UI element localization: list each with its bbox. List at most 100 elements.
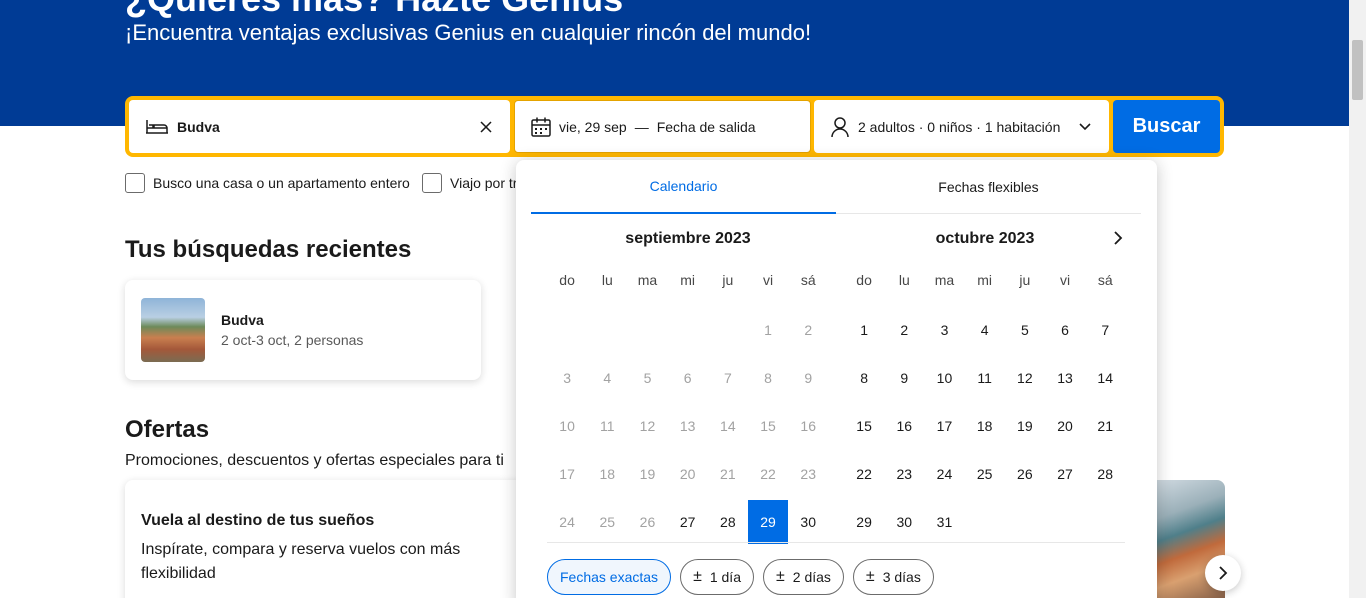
day-cell[interactable]: 9 <box>884 356 924 400</box>
hero-subtitle: ¡Encuentra ventajas exclusivas Genius en… <box>125 20 812 45</box>
day-cell[interactable]: 7 <box>1085 308 1125 352</box>
day-slot: 10 <box>547 402 587 450</box>
day-slot: 17 <box>924 402 964 450</box>
day-cell[interactable]: 31 <box>924 500 964 544</box>
day-slot: 29 <box>748 498 789 546</box>
day-cell[interactable]: 16 <box>884 404 924 448</box>
day-cell[interactable]: 30 <box>884 500 924 544</box>
day-slot: 7 <box>1085 306 1125 354</box>
chevron-down-icon[interactable] <box>1073 115 1097 139</box>
day-cell[interactable]: 15 <box>844 404 884 448</box>
search-button[interactable]: Buscar <box>1113 100 1220 153</box>
day-slot: 22 <box>844 450 884 498</box>
day-slot: 20 <box>1045 402 1085 450</box>
day-cell: 19 <box>639 466 656 482</box>
day-slot: 19 <box>627 450 667 498</box>
entire-home-option[interactable]: Busco una casa o un apartamento entero <box>125 173 410 193</box>
checkin-date[interactable]: vie, 29 sep <box>559 119 627 135</box>
day-cell[interactable]: 4 <box>965 308 1005 352</box>
day-slot: 21 <box>1085 402 1125 450</box>
day-slot: 4 <box>587 354 627 402</box>
business-trip-checkbox[interactable] <box>422 173 442 193</box>
destination-field[interactable]: Budva <box>129 100 510 153</box>
day-cell[interactable]: 27 <box>668 500 708 544</box>
recent-destination-name: Budva <box>221 312 264 328</box>
day-cell[interactable]: 17 <box>924 404 964 448</box>
day-slot: 4 <box>965 306 1005 354</box>
chip-label: 2 días <box>792 569 831 585</box>
day-cell[interactable]: 23 <box>884 452 924 496</box>
day-cell[interactable]: 10 <box>924 356 964 400</box>
day-cell[interactable]: 8 <box>844 356 884 400</box>
chip-exact-dates[interactable]: Fechas exactas <box>547 559 672 595</box>
flex-range-chips: Fechas exactas ± 1 día ± 2 días ± 3 días <box>547 559 934 595</box>
flights-offer-card[interactable]: Vuela al destino de tus sueños Inspírate… <box>125 480 525 598</box>
day-cell[interactable]: 6 <box>1045 308 1085 352</box>
guests-field[interactable]: 2 adultos · 0 niños · 1 habitación <box>814 100 1109 153</box>
day-cell[interactable]: 2 <box>884 308 924 352</box>
weekday-label: sá <box>1097 272 1113 288</box>
month-october: octubre 2023 do lu ma mi ju vi sá 123456… <box>844 226 1126 546</box>
plus-minus-icon: ± <box>775 568 785 585</box>
empty-day-cell <box>547 306 587 354</box>
day-cell[interactable]: 1 <box>844 308 884 352</box>
day-cell[interactable]: 14 <box>1085 356 1125 400</box>
destination-input[interactable]: Budva <box>177 119 220 135</box>
person-icon <box>828 115 852 139</box>
day-cell[interactable]: 30 <box>788 500 828 544</box>
dates-field[interactable]: vie, 29 sep — Fecha de salida <box>514 100 811 153</box>
empty-day-cell <box>587 306 627 354</box>
day-cell[interactable]: 18 <box>965 404 1005 448</box>
chip-plus-minus-1[interactable]: ± 1 día <box>680 559 754 595</box>
day-slot: 5 <box>627 354 667 402</box>
weekday-label: do <box>559 272 575 288</box>
day-cell[interactable]: 28 <box>708 500 748 544</box>
day-cell[interactable]: 11 <box>965 356 1005 400</box>
tab-flexible-dates[interactable]: Fechas flexibles <box>836 160 1141 214</box>
chip-plus-minus-2[interactable]: ± 2 días <box>762 559 844 595</box>
day-cell[interactable]: 21 <box>1085 404 1125 448</box>
offers-title: Ofertas <box>125 416 210 443</box>
day-cell[interactable]: 25 <box>965 452 1005 496</box>
day-cell[interactable]: 24 <box>924 452 964 496</box>
weekday-label: mi <box>680 272 696 288</box>
chip-label: 1 día <box>709 569 741 585</box>
day-cell: 8 <box>764 370 772 386</box>
day-slot: 25 <box>965 450 1005 498</box>
hero-title: ¿Quieres más? Hazte Genius <box>125 0 623 20</box>
selected-day[interactable]: 29 <box>748 500 789 544</box>
carousel-next-button[interactable] <box>1205 555 1241 591</box>
tab-calendar[interactable]: Calendario <box>531 160 836 214</box>
day-slot: 29 <box>844 498 884 546</box>
day-cell[interactable]: 19 <box>1005 404 1045 448</box>
day-cell[interactable]: 13 <box>1045 356 1085 400</box>
empty-day-cell <box>708 306 748 354</box>
recent-search-card[interactable]: Budva 2 oct-3 oct, 2 personas <box>125 280 481 380</box>
page-scrollbar[interactable] <box>1349 0 1366 598</box>
weekday-label: ma <box>934 272 955 288</box>
day-cell[interactable]: 28 <box>1085 452 1125 496</box>
clear-icon[interactable] <box>474 115 498 139</box>
entire-home-checkbox[interactable] <box>125 173 145 193</box>
empty-day-cell <box>627 306 667 354</box>
day-slot: 24 <box>547 498 587 546</box>
scrollbar-thumb[interactable] <box>1352 40 1363 100</box>
day-cell[interactable]: 27 <box>1045 452 1085 496</box>
day-slot: 12 <box>627 402 667 450</box>
day-cell[interactable]: 5 <box>1005 308 1045 352</box>
day-cell[interactable]: 12 <box>1005 356 1045 400</box>
day-cell: 25 <box>599 514 616 530</box>
day-cell[interactable]: 26 <box>1005 452 1045 496</box>
day-cell[interactable]: 29 <box>844 500 884 544</box>
guests-summary[interactable]: 2 adultos · 0 niños · 1 habitación <box>858 119 1060 135</box>
chevron-right-icon <box>1114 231 1123 245</box>
day-cell[interactable]: 20 <box>1045 404 1085 448</box>
recent-searches-title: Tus búsquedas recientes <box>125 236 412 263</box>
day-cell: 9 <box>804 370 813 386</box>
checkout-date[interactable]: Fecha de salida <box>657 119 756 135</box>
day-cell[interactable]: 22 <box>844 452 884 496</box>
chip-plus-minus-3[interactable]: ± 3 días <box>852 559 934 595</box>
next-month-button[interactable] <box>1106 226 1130 250</box>
day-slot: 25 <box>587 498 627 546</box>
day-cell[interactable]: 3 <box>924 308 964 352</box>
